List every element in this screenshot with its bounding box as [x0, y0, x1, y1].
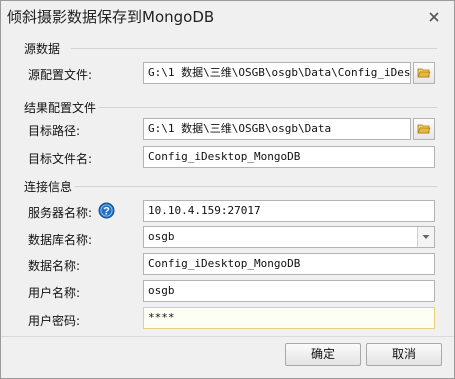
password-label: 用户密码: — [28, 314, 81, 328]
connection-group-title: 连接信息 — [24, 180, 73, 194]
username-field[interactable]: osgb — [143, 280, 435, 302]
result-group-title: 结果配置文件 — [24, 101, 97, 115]
source-group-divider — [71, 48, 437, 49]
database-name-label: 数据库名称: — [28, 233, 93, 247]
help-icon[interactable]: ? — [98, 202, 115, 219]
button-bar-divider — [1, 336, 454, 337]
username-label: 用户名称: — [28, 286, 81, 300]
database-name-combobox[interactable]: osgb — [143, 226, 435, 248]
chevron-down-icon — [422, 235, 430, 239]
source-config-label: 源配置文件: — [28, 68, 93, 82]
server-name-label: 服务器名称: — [28, 206, 93, 220]
title-bar: 倾斜摄影数据保存到MongoDB — [1, 1, 454, 33]
source-config-browse-button[interactable] — [413, 62, 435, 84]
target-path-field[interactable]: G:\1 数据\三维\OSGB\osgb\Data — [143, 118, 411, 140]
target-path-browse-button[interactable] — [413, 118, 435, 140]
dialog-title: 倾斜摄影数据保存到MongoDB — [7, 8, 215, 26]
close-icon[interactable] — [427, 10, 441, 24]
dialog-window: 倾斜摄影数据保存到MongoDB 源数据 源配置文件: G:\1 数据\三维\O… — [0, 0, 455, 379]
ok-button[interactable]: 确定 — [285, 343, 361, 366]
target-filename-label: 目标文件名: — [28, 152, 93, 166]
server-name-field[interactable]: 10.10.4.159:27017 — [143, 200, 435, 222]
target-path-label: 目标路径: — [28, 124, 81, 138]
result-group-divider — [99, 107, 437, 108]
database-dropdown-button[interactable] — [417, 227, 434, 247]
data-name-label: 数据名称: — [28, 259, 81, 273]
source-config-field[interactable]: G:\1 数据\三维\OSGB\osgb\Data\Config_iDeskto… — [143, 62, 411, 84]
source-group-title: 源数据 — [24, 42, 61, 56]
database-name-value: osgb — [148, 230, 175, 243]
cancel-button[interactable]: 取消 — [366, 343, 442, 366]
target-filename-field[interactable]: Config_iDesktop_MongoDB — [143, 146, 435, 168]
connection-group-divider — [75, 186, 437, 187]
svg-text:?: ? — [103, 205, 110, 217]
data-name-field[interactable]: Config_iDesktop_MongoDB — [143, 253, 435, 275]
password-field[interactable]: **** — [143, 307, 435, 329]
